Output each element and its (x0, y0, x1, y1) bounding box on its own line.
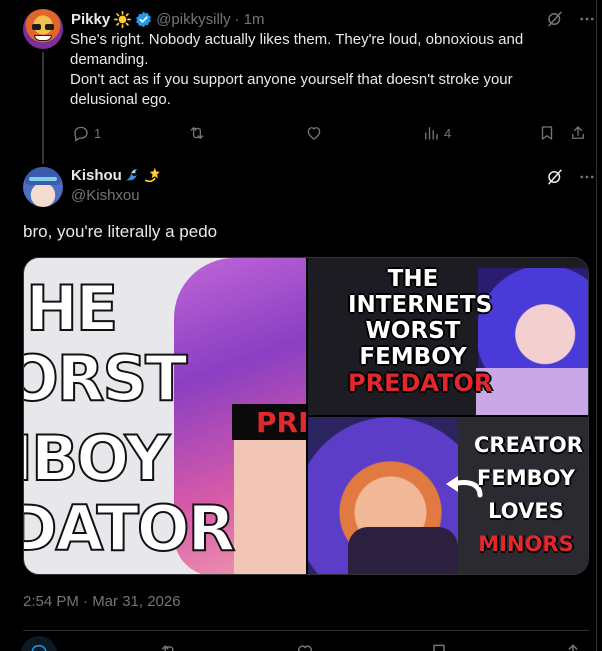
bookmark-button[interactable] (538, 122, 556, 144)
image2-line: INTERNETS (348, 292, 493, 318)
avatar-eye (32, 24, 41, 30)
reply-count: 1 (94, 125, 102, 141)
more-icon[interactable] (578, 10, 596, 28)
tweet-text-line: Don't act as if you support anyone yours… (70, 71, 513, 108)
grok-icon[interactable] (546, 10, 564, 28)
like-button[interactable] (305, 122, 323, 144)
views-button[interactable]: 4 (422, 122, 451, 144)
author-handle[interactable]: @pikkysilly (156, 11, 230, 28)
image2-line: THE (387, 266, 439, 292)
author-name[interactable]: Kishou (71, 167, 122, 184)
tweet-timestamp[interactable]: 2:54 PM · Mar 31, 2026 (23, 593, 181, 610)
avatar[interactable] (23, 167, 63, 207)
media-image-3[interactable]: CREATOR FEMBOY LOVES MINORS (308, 417, 588, 574)
character-clothing (348, 527, 458, 574)
separator-dot: · (234, 10, 240, 28)
avatar-eye (45, 24, 54, 30)
tweet-text: bro, you're literally a pedo (23, 222, 218, 241)
tweet-time[interactable]: 1m (244, 11, 265, 28)
avatar-hair (25, 167, 61, 185)
divider (23, 630, 589, 631)
reply-icon[interactable] (29, 642, 49, 651)
image2-highlight: PREDATOR (348, 369, 493, 397)
views-icon (425, 127, 438, 140)
tweet-top-actions (546, 168, 596, 186)
share-icon[interactable] (563, 642, 583, 651)
tweet-header: Pikky @pikkysilly · 1m (71, 9, 264, 29)
image2-line: FEMBOY (359, 344, 467, 370)
avatar-headband (29, 177, 57, 181)
bookmark-icon (541, 126, 553, 140)
avatar-mouth (34, 35, 52, 41)
retweet-icon (190, 127, 204, 139)
sun-emoji-icon (114, 10, 132, 28)
dizzy-emoji-icon (144, 167, 160, 183)
media-image-1[interactable]: PRE HE ORST IBOY DATOR (24, 258, 306, 574)
action-bar: 1 4 (72, 122, 588, 144)
views-count: 4 (444, 125, 452, 141)
image3-line: LOVES (488, 499, 564, 523)
author-name[interactable]: Pikky (71, 11, 110, 28)
reply-tweet[interactable]: Pikky @pikkysilly · 1m She's right. Nobo… (0, 0, 596, 164)
wave-emoji-icon (125, 169, 138, 181)
image2-text-stack: THE INTERNETS WORST FEMBOY PREDATOR (348, 266, 493, 397)
timeline-border (596, 0, 602, 651)
avatar[interactable] (23, 9, 63, 49)
reply-button[interactable]: 1 (72, 122, 101, 144)
media-image-2[interactable]: THE INTERNETS WORST FEMBOY PREDATOR (308, 258, 588, 415)
image1-line: IBOY (24, 422, 171, 495)
thread-line (42, 52, 44, 164)
image2-line: WORST (365, 318, 461, 344)
image1-line: DATOR (24, 492, 236, 565)
like-icon (307, 127, 321, 140)
bookmark-icon[interactable] (429, 642, 449, 651)
character-clothing (476, 368, 588, 415)
image3-highlight: MINORS (478, 532, 574, 556)
image1-overlay-text: PRE (256, 406, 306, 439)
image1-line: HE (25, 272, 119, 345)
image3-text-stack: CREATOR FEMBOY LOVES MINORS (474, 429, 583, 561)
author-row: Kishou (71, 166, 162, 184)
main-tweet: Kishou @Kishxou bro, you're literally a … (0, 160, 596, 651)
share-button[interactable] (569, 122, 587, 144)
more-icon[interactable] (578, 168, 596, 186)
retweet-button[interactable] (188, 122, 206, 144)
tweet-top-actions (546, 10, 596, 28)
tweet-text-line: She's right. Nobody actually likes them.… (70, 31, 524, 68)
verified-badge-icon[interactable] (135, 11, 152, 28)
media-grid[interactable]: PRE HE ORST IBOY DATOR THE INTERNETS WOR… (23, 257, 589, 575)
tweet-text: She's right. Nobody actually likes them.… (70, 30, 550, 110)
author-handle[interactable]: @Kishxou (71, 187, 140, 204)
retweet-icon[interactable] (159, 642, 179, 651)
share-icon (572, 126, 584, 139)
grok-icon[interactable] (546, 168, 564, 186)
reply-icon (74, 126, 88, 142)
image1-line: ORST (24, 342, 188, 415)
image3-line: FEMBOY (477, 466, 575, 490)
like-icon[interactable] (295, 642, 315, 651)
image3-line: CREATOR (474, 433, 583, 457)
action-bar (21, 636, 589, 651)
